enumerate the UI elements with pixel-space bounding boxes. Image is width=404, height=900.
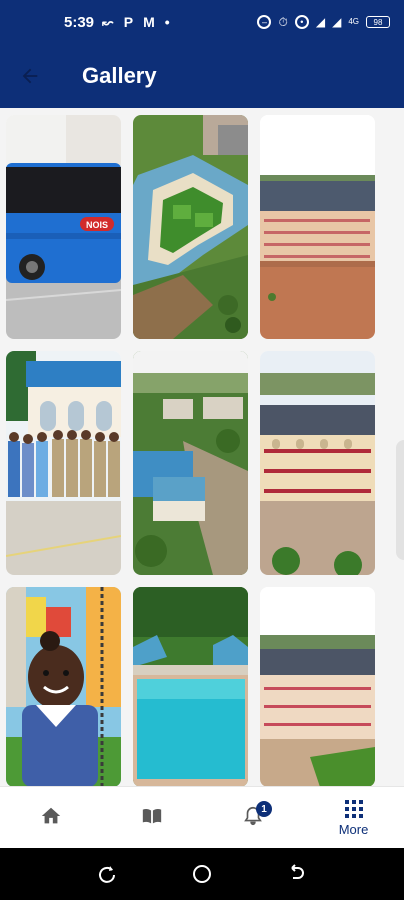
status-bar: 5:39 ↜ P M • – ⏱ • ◢ ◢ 4G 98	[0, 0, 404, 44]
bus-photo: NOIS	[6, 115, 121, 339]
status-time: 5:39	[64, 13, 95, 31]
bus-label: NOIS	[86, 220, 108, 230]
gallery-photo-aerial-quad[interactable]	[133, 115, 248, 339]
gallery-photo-building-lawn[interactable]	[260, 587, 375, 787]
wifi-signal-icon: ◢	[315, 15, 326, 29]
gallery-photo-pool[interactable]	[133, 587, 248, 787]
dnd-icon: –	[257, 15, 272, 29]
app-bar: Gallery	[0, 44, 404, 108]
nav-books[interactable]	[101, 787, 202, 848]
gallery-photo-aerial-campus[interactable]	[133, 351, 248, 575]
gallery-photo-pupils[interactable]	[6, 351, 121, 575]
status-glyph-m: M	[143, 14, 155, 30]
back-gesture-icon	[290, 864, 304, 879]
status-left-icons: ↜ P M •	[102, 14, 170, 31]
system-recents-button[interactable]	[87, 854, 127, 894]
page-title: Gallery	[82, 63, 157, 88]
building-railings-photo	[260, 351, 375, 575]
notification-badge: 1	[256, 801, 272, 817]
pupils-photo	[6, 351, 121, 575]
system-back-button[interactable]	[277, 854, 317, 894]
bottom-nav: 1 More	[0, 786, 404, 848]
alarm-icon: ⏱	[278, 14, 288, 29]
nav-notifications[interactable]: 1	[202, 787, 303, 848]
rotate-icon	[99, 866, 116, 883]
grid-icon	[344, 799, 363, 818]
missed-call-icon: ↜	[102, 13, 114, 30]
book-icon	[142, 808, 161, 824]
building-lawn-photo	[260, 587, 375, 787]
child-photo	[6, 587, 121, 787]
hotspot-icon: •	[294, 15, 309, 29]
gallery-photo-building-railings[interactable]	[260, 351, 375, 575]
status-right-icons: – ⏱ • ◢ ◢ 4G 98	[257, 15, 390, 30]
gallery-photo-child[interactable]	[6, 587, 121, 787]
system-home-button[interactable]	[182, 854, 222, 894]
network-type: 4G	[348, 17, 359, 26]
arrow-left-icon	[22, 68, 38, 84]
aerial-quad-photo	[133, 115, 248, 339]
scroll-indicator[interactable]	[396, 440, 404, 560]
circle-icon	[192, 865, 211, 883]
battery-icon: 98	[366, 16, 390, 28]
home-icon	[41, 807, 60, 824]
nav-more-label: More	[338, 821, 369, 837]
gallery-photo-bus[interactable]: NOIS	[6, 115, 121, 339]
aerial-campus-photo	[133, 351, 248, 575]
gallery-screen: 5:39 ↜ P M • – ⏱ • ◢ ◢ 4G 98 Gallery NOI…	[0, 0, 404, 900]
gallery-grid: NOIS	[6, 115, 380, 787]
nav-more[interactable]: More	[303, 787, 404, 848]
gallery-photo-building-courtyard[interactable]	[260, 115, 375, 339]
pool-photo	[133, 587, 248, 787]
nav-home[interactable]	[0, 787, 101, 848]
status-glyph-p: P	[123, 14, 134, 30]
back-button[interactable]	[0, 44, 60, 108]
dot-icon: •	[164, 14, 170, 30]
building-courtyard-photo	[260, 115, 375, 339]
cell-signal-icon: ◢	[332, 15, 342, 29]
system-nav-bar	[0, 848, 404, 900]
